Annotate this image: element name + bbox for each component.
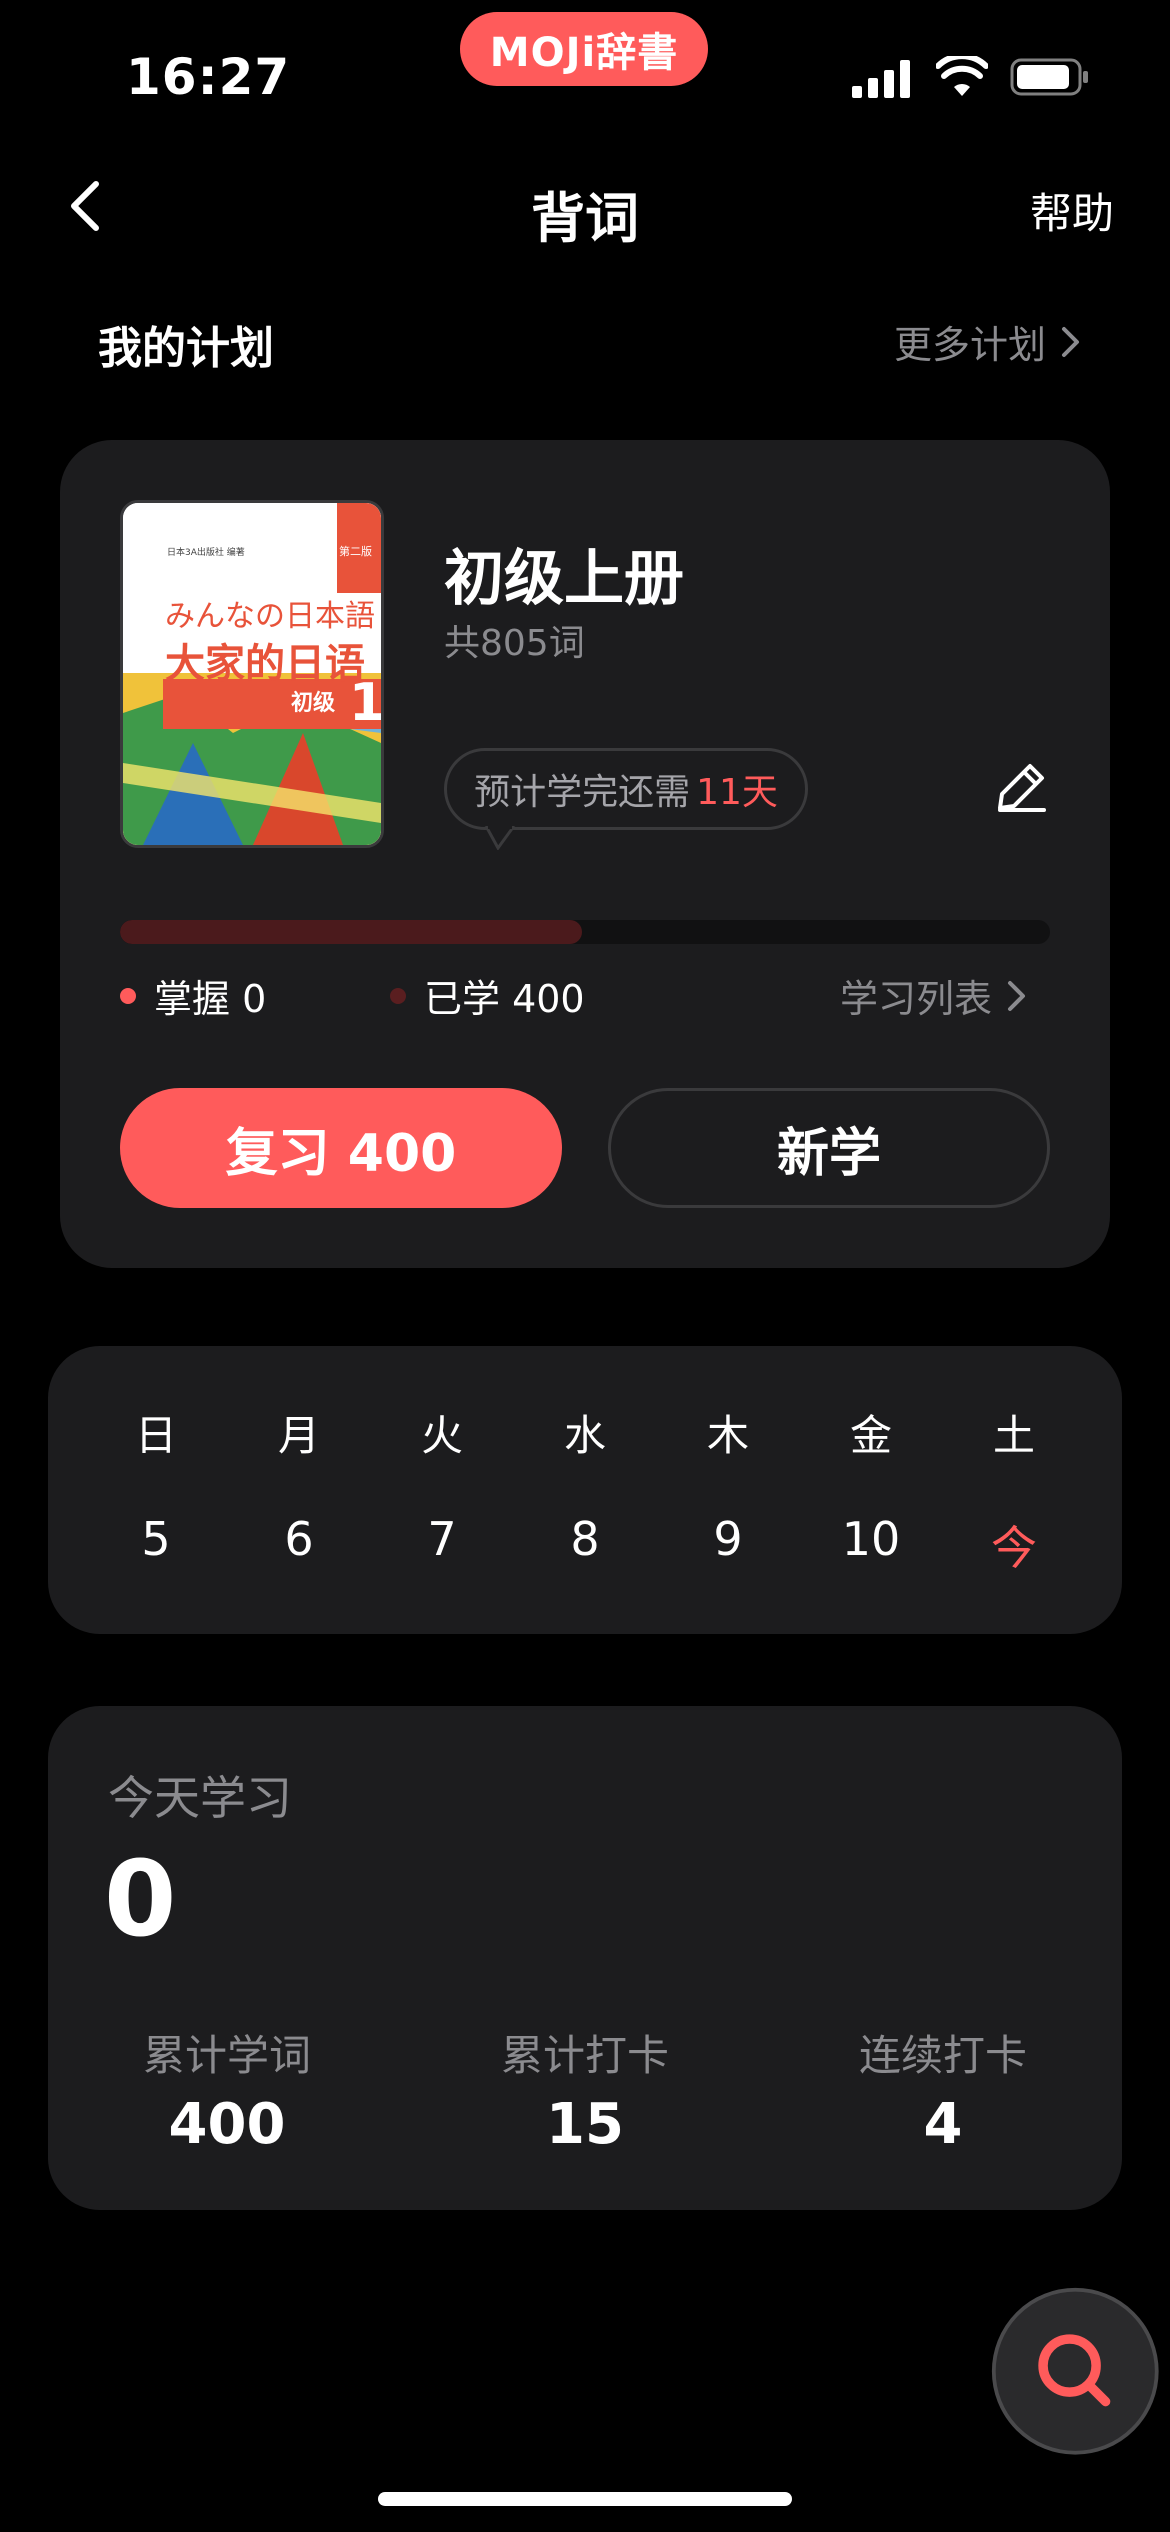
total-words-label: 累计学词	[142, 2031, 311, 2080]
book-word-count: 共805词	[444, 623, 585, 664]
total-checkins-label: 累计打卡	[500, 2031, 669, 2080]
date-cell[interactable]: 6	[259, 1512, 339, 1578]
battery-icon	[1010, 58, 1088, 96]
weekday-label: 火	[420, 1411, 463, 1460]
estimate-bubble: 预计学完还需 11天	[444, 748, 808, 830]
learned-legend: 已学 400	[390, 968, 585, 1023]
estimate-label: 预计学完还需	[474, 772, 691, 813]
review-button[interactable]: 复习 400	[120, 1088, 562, 1208]
date-cell[interactable]: 10	[831, 1512, 911, 1578]
book-cn-title: 大家的日语	[165, 641, 365, 687]
progress-fill	[120, 920, 583, 944]
chevron-right-icon	[1062, 326, 1080, 357]
date-cell-today[interactable]: 今	[974, 1512, 1054, 1578]
bubble-tail	[484, 826, 516, 850]
book-edition-text: 第二版	[339, 545, 372, 558]
book-cover[interactable]: 日本3A出版社 编著 第二版 みんなの日本語 大家的日语 初级 1	[120, 500, 384, 848]
mastered-legend: 掌握 0	[120, 968, 266, 1023]
learned-label: 已学 400	[424, 977, 585, 1021]
page-title: 背词	[531, 187, 639, 250]
date-cell[interactable]: 5	[116, 1512, 196, 1578]
help-button[interactable]: 帮助	[1030, 180, 1114, 241]
date-cell[interactable]: 9	[688, 1512, 768, 1578]
more-plans-link[interactable]: 更多计划	[894, 314, 1082, 369]
book-title: 初级上册	[444, 544, 684, 614]
app-badge[interactable]: MOJi辞書	[460, 12, 708, 86]
book-level-text: 初级	[291, 691, 336, 716]
weekday-label: 土	[992, 1411, 1035, 1460]
estimate-days: 11天	[696, 772, 778, 813]
date-cell[interactable]: 7	[402, 1512, 482, 1578]
book-publisher-text: 日本3A出版社 编著	[167, 548, 245, 558]
weekday-label: 日	[134, 1411, 177, 1460]
weekday-label: 月	[277, 1411, 320, 1460]
search-fab-icon[interactable]	[990, 2286, 1170, 2466]
week-calendar-card	[48, 1346, 1122, 1634]
today-study-value: 0	[104, 1838, 177, 1960]
weekday-label: 水	[563, 1411, 606, 1460]
weekday-label: 金	[849, 1411, 892, 1460]
mastered-dot	[120, 987, 136, 1004]
cellular-signal-icon	[852, 60, 910, 98]
more-plans-label: 更多计划	[894, 323, 1047, 367]
edit-pencil-icon[interactable]	[994, 758, 1050, 814]
streak-label: 连续打卡	[858, 2031, 1027, 2080]
book-jp-title: みんなの日本語	[165, 599, 375, 634]
total-words-value: 400	[168, 2092, 286, 2157]
today-study-label: 今天学习	[108, 1771, 292, 1825]
learned-dot	[390, 987, 406, 1004]
status-time: 16:27	[126, 48, 291, 106]
section-title: 我的计划	[98, 323, 274, 374]
study-list-link[interactable]: 学习列表	[840, 968, 1028, 1023]
total-checkins-value: 15	[546, 2092, 624, 2157]
streak-value: 4	[923, 2092, 963, 2157]
weekday-label: 木	[706, 1411, 749, 1460]
mastered-label: 掌握 0	[154, 977, 267, 1021]
weekday-row: 日 月 火 水 木 金 土	[48, 1402, 1122, 1463]
book-volume-number: 1	[349, 673, 384, 733]
new-learn-button[interactable]: 新学	[608, 1088, 1050, 1208]
study-list-label: 学习列表	[840, 977, 993, 1021]
progress-bar	[120, 920, 1050, 944]
chevron-right-icon	[1008, 980, 1026, 1011]
date-cell[interactable]: 8	[545, 1512, 625, 1578]
home-indicator	[378, 2492, 792, 2506]
date-row: 5 6 7 8 9 10 今	[48, 1512, 1122, 1578]
wifi-icon	[936, 56, 988, 96]
